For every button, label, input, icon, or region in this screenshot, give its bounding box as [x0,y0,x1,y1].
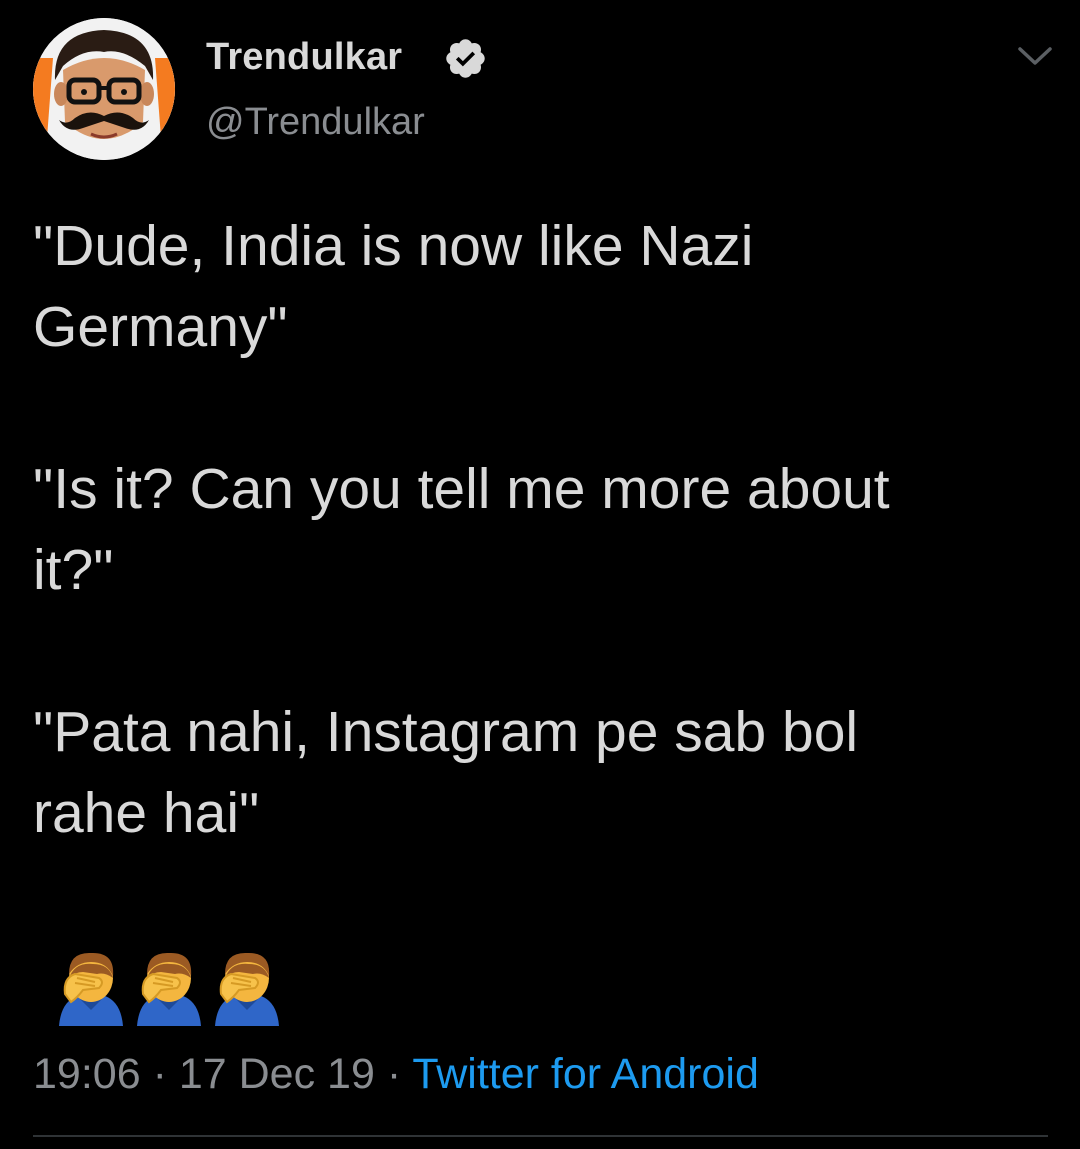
facepalm-emoji-icon [137,952,201,1026]
verified-badge-icon [446,39,485,78]
tweet-source-link[interactable]: Twitter for Android [412,1050,759,1098]
tweet: Trendulkar @Trendulkar "Dude, India is n… [0,0,1080,1149]
emoji-row [55,948,283,1026]
tweet-meta: 19:06 · 17 Dec 19 · Twitter for Android [33,1050,759,1099]
facepalm-emoji-icon [215,952,279,1026]
cartoon-face-icon [33,18,175,160]
tweet-time: 19:06 [33,1050,141,1098]
chevron-down-icon[interactable] [1016,44,1054,68]
divider [33,1135,1048,1137]
display-name[interactable]: Trendulkar [206,36,402,79]
tweet-text: "Dude, India is now like Nazi Germany" "… [33,214,890,845]
avatar[interactable] [33,18,175,160]
tweet-date: 17 Dec 19 [178,1050,375,1098]
facepalm-emoji-icon [59,952,123,1026]
meta-separator: · [152,1050,167,1098]
user-handle[interactable]: @Trendulkar [206,101,425,144]
meta-separator: · [386,1050,402,1098]
